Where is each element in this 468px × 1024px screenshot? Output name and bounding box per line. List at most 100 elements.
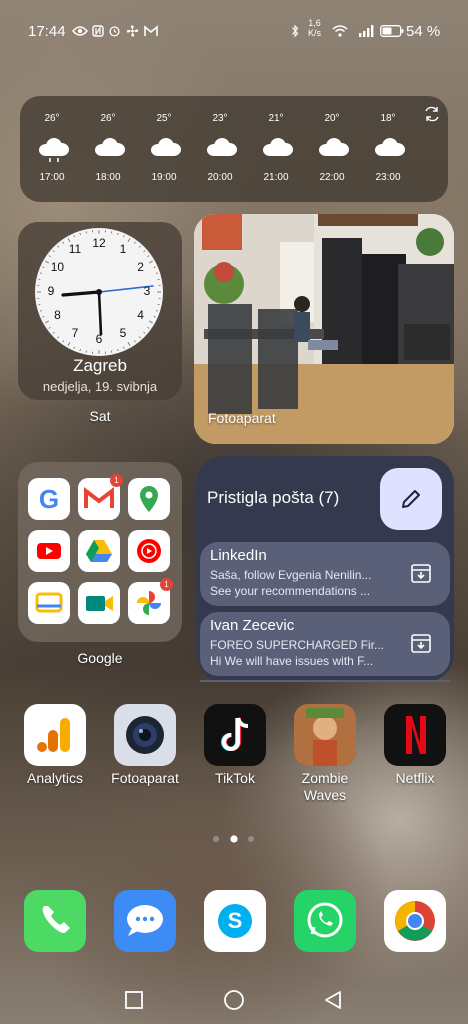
clock-city: Zagreb (73, 356, 127, 375)
phone-icon (42, 906, 70, 933)
refresh-icon[interactable] (422, 104, 442, 124)
messages-icon (127, 905, 163, 936)
app-photos[interactable]: 1 (128, 578, 173, 624)
weather-time: 18:00 (95, 172, 121, 183)
clock-number: 5 (119, 325, 127, 340)
bluetooth-icon (292, 25, 299, 37)
dock-whatsapp[interactable] (294, 890, 356, 952)
weather-widget[interactable]: 26° 17:00 26° 18:00 25° 19:00 23° 20:00 21° 21:00… (20, 96, 448, 202)
mail-subject: Saša, follow Evgenia Nenilin... (210, 568, 372, 582)
weather-time: 19:00 (151, 172, 177, 183)
battery-icon (380, 25, 404, 37)
clock-number: 6 (95, 332, 103, 346)
alarm-icon (109, 26, 120, 37)
app-label: TikTok (215, 770, 255, 786)
clock-number: 10 (50, 260, 65, 274)
google-folder-label: Google (77, 650, 123, 666)
app-yt-music[interactable] (128, 530, 170, 572)
compose-button[interactable] (380, 468, 442, 530)
weather-temp: 25° (156, 113, 172, 124)
app-drive[interactable] (78, 530, 120, 572)
app-google-tv[interactable] (28, 582, 70, 624)
network-speed-value: 1,6 (308, 18, 321, 28)
weather-hour: 18° 23:00 (360, 96, 416, 202)
chrome-icon (395, 901, 435, 941)
cloud-rain-icon (39, 138, 69, 162)
photo-widget[interactable]: Fotoaparat (194, 214, 454, 444)
clock-widget[interactable]: 12 1 2 3 4 5 6 7 8 9 10 11 Zagreb nedjelja, 19. svi… (18, 222, 182, 400)
app-maps[interactable] (128, 478, 170, 520)
weather-time: 22:00 (319, 172, 345, 183)
netflix-icon (406, 716, 426, 754)
clock-number: 8 (54, 308, 61, 322)
app-youtube[interactable] (28, 530, 70, 572)
clock-number: 7 (71, 325, 79, 340)
mail-item[interactable]: LinkedIn Saša, follow Evgenia Nenilin...… (200, 542, 450, 606)
app-label: Analytics (26, 770, 84, 786)
notification-badge: 1 (110, 474, 123, 487)
youtube-icon (37, 543, 61, 559)
recents-button[interactable] (124, 990, 144, 1010)
weather-temp: 26° (44, 113, 60, 124)
home-button[interactable] (223, 989, 245, 1011)
archive-icon[interactable] (410, 632, 432, 654)
dock-phone[interactable] (24, 890, 86, 952)
analytics-icon (37, 718, 70, 752)
eye-icon (72, 26, 88, 36)
app-meet[interactable] (78, 582, 120, 624)
cloud-icon (207, 138, 237, 156)
tiktok-icon (221, 717, 249, 751)
weather-time: 23:00 (375, 172, 401, 183)
google-folder[interactable]: G 1 1 (18, 462, 182, 642)
archive-icon[interactable] (410, 562, 432, 584)
clock-number: 4 (137, 308, 144, 322)
cloud-icon (263, 138, 293, 156)
dock-skype[interactable]: S (204, 890, 266, 952)
cloud-icon (375, 138, 405, 156)
meet-icon (86, 596, 113, 611)
drive-icon (86, 540, 112, 562)
cloud-icon (95, 138, 125, 156)
app-google[interactable]: G (28, 478, 70, 520)
skype-icon: S (218, 904, 252, 938)
gmail-status-icon (144, 25, 158, 36)
clock-number: 12 (92, 236, 106, 250)
mail-sender: LinkedIn (210, 547, 267, 564)
weather-time: 21:00 (263, 172, 289, 183)
back-button[interactable] (323, 989, 343, 1011)
weather-hour: 21° 21:00 (248, 96, 304, 202)
camera-icon (126, 716, 164, 754)
weather-time: 17:00 (39, 172, 65, 183)
pencil-icon (402, 490, 420, 508)
whatsapp-icon (307, 902, 343, 938)
app-tiktok[interactable] (204, 704, 266, 766)
hour-hand (61, 290, 101, 297)
weather-hour: 23° 20:00 (192, 96, 248, 202)
app-label: Netflix (395, 770, 435, 786)
maps-icon (140, 486, 158, 512)
network-speed-unit: K/s (308, 28, 322, 38)
battery-percent: 54 % (406, 23, 441, 40)
app-analytics[interactable] (24, 704, 86, 766)
mail-subject: FOREO SUPERCHARGED Fir... (210, 638, 385, 652)
mail-inbox-title[interactable]: Pristigla pošta (7) (207, 488, 339, 508)
minute-hand (97, 290, 103, 336)
wifi-icon (332, 25, 348, 37)
status-bar: 17:44 1,6 K/s 54 % (0, 0, 468, 62)
weather-hour: 26° 18:00 (80, 96, 136, 202)
app-label: Fotoaparat (111, 770, 179, 786)
dock-messages[interactable] (114, 890, 176, 952)
app-gmail[interactable]: 1 (78, 474, 123, 520)
weather-temp: 18° (380, 113, 396, 124)
mail-sender: Ivan Zecevic (210, 617, 295, 634)
weather-temp: 23° (212, 113, 228, 124)
mail-list-edge (200, 680, 450, 682)
gmail-widget[interactable]: Pristigla pošta (7) LinkedIn Saša, follo… (196, 456, 454, 682)
app-netflix[interactable] (384, 704, 446, 766)
clock-number: 3 (143, 284, 151, 298)
dock-chrome[interactable] (384, 890, 446, 952)
page-indicator[interactable] (212, 834, 262, 844)
app-zombie-waves[interactable] (294, 704, 356, 766)
app-fotoaparat[interactable] (114, 704, 176, 766)
mail-item[interactable]: Ivan Zecevic FOREO SUPERCHARGED Fir... H… (200, 612, 450, 676)
